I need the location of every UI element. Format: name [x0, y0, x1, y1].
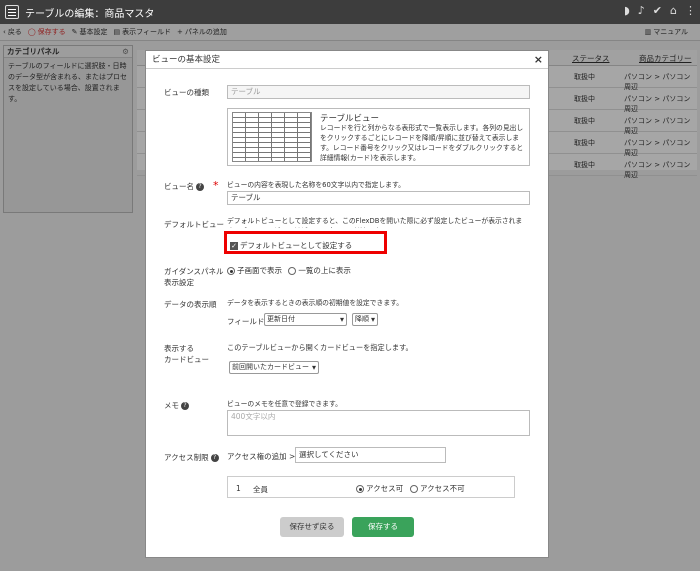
app-header: テーブルの編集：商品マスタ ◗ ♪ ✔ ⌂ ⋮ — [0, 0, 700, 24]
card-view-hint: このテーブルビューから開くカードビューを指定します。 — [227, 343, 413, 352]
help-icon[interactable]: ? — [181, 402, 189, 410]
sort-field-select[interactable]: 更新日付 — [264, 313, 347, 326]
highlight-box — [224, 231, 387, 254]
access-row-name: 全員 — [253, 485, 268, 494]
access-target-select[interactable]: 選択してください — [295, 447, 446, 463]
access-row: 1 全員 アクセス可 アクセス不可 — [227, 476, 515, 498]
radio-icon[interactable] — [288, 267, 297, 275]
default-view-label: デフォルトビュー — [164, 220, 224, 229]
view-settings-dialog: ビューの基本設定 × ビューの種類 テーブル テーブルビュー レコードを行と列か… — [145, 50, 549, 558]
home-icon[interactable]: ⌂ — [670, 4, 677, 17]
view-name-input[interactable]: テーブル — [227, 191, 530, 205]
sort-order-select[interactable]: 降順 — [352, 313, 378, 326]
access-allow-option[interactable]: アクセス可 — [356, 483, 403, 494]
check-icon[interactable]: ✔ — [653, 4, 662, 17]
more-icon[interactable]: ⋮ — [685, 4, 696, 17]
guidance-option-child[interactable]: 子画面で表示 — [227, 266, 282, 275]
access-limit-label: アクセス制限? — [164, 452, 219, 463]
save-button[interactable]: 保存する — [352, 517, 414, 537]
required-mark: * — [213, 179, 219, 192]
access-deny-option[interactable]: アクセス不可 — [410, 483, 465, 494]
add-access-label: アクセス権の追加 > — [227, 452, 296, 461]
view-type-label: ビューの種類 — [164, 88, 209, 97]
guidance-panel-label: ガイダンスパネル 表示設定 — [164, 267, 224, 287]
table-view-thumbnail — [232, 112, 312, 162]
page-title: テーブルの編集：商品マスタ — [25, 8, 155, 20]
bell-icon[interactable]: ♪ — [638, 4, 645, 17]
memo-hint: ビューのメモを任意で登録できます。 — [227, 400, 342, 408]
field-label: フィールド — [227, 317, 265, 326]
help-icon[interactable]: ? — [196, 183, 204, 191]
memo-textarea[interactable]: 400文字以内 — [227, 410, 530, 436]
memo-label: メモ? — [164, 400, 189, 411]
radio-icon[interactable] — [227, 267, 235, 275]
dialog-title: ビューの基本設定 — [152, 55, 221, 65]
view-type-preview: テーブルビュー レコードを行と列からなる表形式で一覧表示します。各列の見出しをク… — [227, 108, 530, 166]
card-view-label: 表示する カードビュー — [164, 344, 209, 364]
display-order-label: データの表示順 — [164, 300, 217, 309]
radio-icon[interactable] — [410, 485, 418, 493]
guidance-options: 子画面で表示 一覧の上に表示 — [227, 265, 351, 276]
help-icon[interactable]: ? — [210, 454, 219, 462]
card-view-select[interactable]: 前回開いたカードビュー — [229, 361, 319, 374]
preview-description: レコードを行と列からなる表形式で一覧表示します。各列の見出しをクリックするごとに… — [320, 124, 524, 162]
radio-icon[interactable] — [356, 485, 364, 493]
back-without-save-button[interactable]: 保存せず戻る — [280, 517, 344, 537]
header-icons: ◗ ♪ ✔ ⌂ ⋮ — [624, 4, 696, 17]
access-row-number: 1 — [236, 484, 241, 493]
view-type-field: テーブル — [227, 85, 530, 99]
display-order-hint: データを表示するときの表示順の初期値を設定できます。 — [227, 299, 404, 307]
close-icon[interactable]: × — [534, 51, 543, 69]
default-view-description: デフォルトビューとして設定すると、このFlexDBを開いた際に必ず設定したビュー… — [227, 217, 523, 228]
bookmark-icon[interactable]: ◗ — [624, 4, 630, 17]
menu-icon[interactable] — [5, 5, 19, 19]
view-name-hint: ビューの内容を表現した名称を60文字以内で指定します。 — [227, 181, 405, 189]
guidance-option-above[interactable]: 一覧の上に表示 — [288, 266, 351, 275]
view-name-label: ビュー名? — [164, 181, 204, 192]
